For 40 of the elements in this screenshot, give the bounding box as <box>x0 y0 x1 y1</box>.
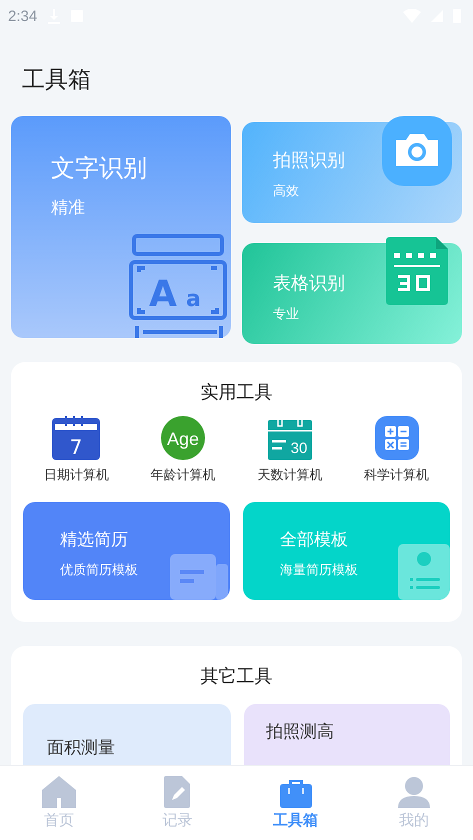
document-icon <box>170 554 230 600</box>
card-subtitle: 精准 <box>51 197 85 219</box>
calculator-icon <box>374 416 419 460</box>
page-title: 工具箱 <box>21 66 92 95</box>
card-subtitle: 海量简历模板 <box>280 562 358 579</box>
profile-card-icon <box>398 544 450 600</box>
card-subtitle: 高效 <box>273 183 299 200</box>
card-subtitle: 优质简历模板 <box>60 562 138 579</box>
toolbox-icon <box>280 780 312 808</box>
tab-item[interactable]: 记录 <box>118 766 236 840</box>
text-recognition-card[interactable]: 文字识别 精准 A a <box>11 116 231 338</box>
tool-item[interactable]: 科学计算机 <box>348 416 445 484</box>
card-title: 拍照测高 <box>266 721 334 743</box>
card-subtitle: 专业 <box>273 306 299 323</box>
tab-item[interactable]: 首页 <box>0 766 118 840</box>
calendar-icon: 7 <box>52 416 100 460</box>
camera-icon <box>382 116 452 186</box>
card-title: 文字识别 <box>51 153 147 184</box>
home-icon <box>42 776 76 808</box>
all-templates-card[interactable]: 全部模板 海量简历模板 <box>243 502 450 600</box>
card-title: 精选简历 <box>60 529 128 551</box>
card-title: 面积测量 <box>47 737 115 759</box>
tool-item[interactable]: 30 天数计算机 <box>242 416 338 484</box>
section-heading: 其它工具 <box>200 665 274 688</box>
calendar-sheet-icon <box>386 237 448 305</box>
card-title: 表格识别 <box>273 272 345 295</box>
selected-resume-card[interactable]: 精选简历 优质简历模板 <box>23 502 230 600</box>
tool-item[interactable]: Age 年龄计算机 <box>135 416 232 484</box>
tab-item[interactable]: 工具箱 <box>236 766 355 840</box>
area-measure-card[interactable]: 面积测量 <box>23 704 231 766</box>
status-time: 2:34 <box>8 8 38 24</box>
age-icon: Age <box>161 416 206 460</box>
tab-item[interactable]: 我的 <box>354 766 473 840</box>
document-edit-icon <box>164 776 190 808</box>
tool-item[interactable]: 7 日期计算机 <box>28 416 124 484</box>
user-icon <box>398 776 430 808</box>
section-heading: 实用工具 <box>200 381 274 404</box>
card-title: 拍照识别 <box>273 149 345 172</box>
height-measure-card[interactable]: 拍照测高 <box>244 704 450 766</box>
card-title: 全部模板 <box>280 529 348 551</box>
